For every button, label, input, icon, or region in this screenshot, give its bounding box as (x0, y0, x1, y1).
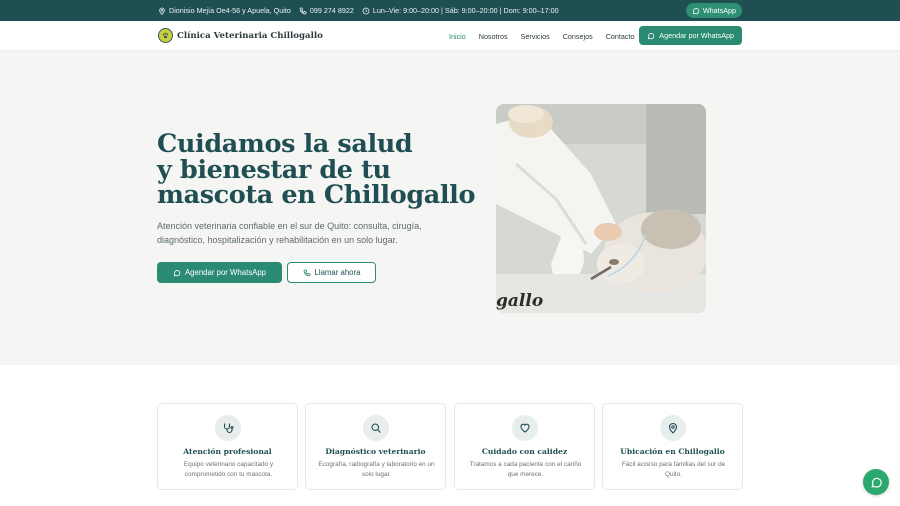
phone-icon (303, 269, 310, 276)
feature-description: Ecografía, radiografía y laboratorio en … (318, 461, 435, 478)
stethoscope-icon (215, 415, 241, 441)
hero-title-line: Cuidamos la salud (157, 129, 413, 159)
nav-item-nosotros[interactable]: Nosotros (479, 32, 508, 41)
chat-bubble-icon (692, 7, 700, 14)
brand-name: Clínica Veterinaria Chillogallo (177, 30, 323, 41)
hero-title-line: mascota en Chillogallo (157, 180, 476, 210)
whatsapp-icon (870, 477, 882, 488)
feature-card: Diagnóstico veterinario Ecografía, radio… (305, 403, 446, 490)
feature-title: Atención profesional (183, 447, 272, 456)
brand[interactable]: Clínica Veterinaria Chillogallo (158, 28, 323, 43)
phone-item[interactable]: 099 274 8922 (299, 6, 354, 15)
search-icon (363, 415, 389, 441)
nav-item-consejos[interactable]: Consejos (563, 32, 593, 41)
heart-icon (512, 415, 538, 441)
feature-description: Fácil acceso para familias del sur de Qu… (621, 461, 726, 478)
floating-whatsapp-button[interactable] (863, 469, 889, 495)
address-item: Dionisio Mejía Oe4-56 y Apuela, Quito (158, 6, 291, 15)
header-whatsapp-button[interactable]: Agendar por WhatsApp (639, 26, 742, 45)
hero-title: Cuidamos la salud y bienestar de tu masc… (157, 129, 476, 210)
feature-title: Diagnóstico veterinario (325, 447, 426, 456)
nav-item-inicio[interactable]: Inicio (449, 32, 466, 41)
main-nav: Inicio Nosotros Servicios Consejos Conta… (449, 21, 634, 51)
call-now-button[interactable]: Llamar ahora (287, 262, 376, 283)
topbar-whatsapp-label: WhatsApp (702, 6, 736, 15)
clock-icon (362, 7, 370, 14)
paw-logo-icon (158, 28, 173, 43)
hero-whatsapp-label: Agendar por WhatsApp (184, 268, 267, 277)
features-section: Atención profesional Equipo veterinario … (0, 365, 900, 506)
phone-icon (299, 7, 307, 14)
feature-title: Ubicación en Chillogallo (620, 447, 725, 456)
topbar-whatsapp-button[interactable]: WhatsApp (685, 3, 742, 18)
header-whatsapp-label: Agendar por WhatsApp (659, 31, 734, 40)
hero-whatsapp-button[interactable]: Agendar por WhatsApp (157, 262, 282, 283)
map-pin-icon (660, 415, 686, 441)
address-text: Dionisio Mejía Oe4-56 y Apuela, Quito (169, 6, 291, 15)
feature-title: Cuidado con calidez (481, 447, 568, 456)
chat-bubble-icon (648, 32, 655, 39)
hours-item: Lun–Vie: 9:00–20:00 | Sáb: 9:00–20:00 | … (362, 6, 559, 15)
chat-bubble-icon (173, 269, 181, 276)
contact-info: Dionisio Mejía Oe4-56 y Apuela, Quito 09… (158, 0, 559, 21)
feature-card: Cuidado con calidez Tratamos a cada paci… (454, 403, 595, 490)
feature-description: Tratamos a cada paciente con el cariño q… (469, 461, 582, 478)
top-info-bar: Dionisio Mejía Oe4-56 y Apuela, Quito 09… (0, 0, 900, 21)
call-now-label: Llamar ahora (314, 268, 361, 277)
hero-subtitle: Atención veterinaria confiable en el sur… (157, 221, 422, 245)
feature-description: Equipo veterinario capacitado y comprome… (183, 461, 274, 478)
hero-photo-vet-with-cat: gallo (496, 104, 706, 313)
phone-text: 099 274 8922 (309, 6, 354, 15)
nav-item-contacto[interactable]: Contacto (606, 32, 635, 41)
photo-illustration (496, 104, 706, 313)
site-header: Clínica Veterinaria Chillogallo Inicio N… (0, 21, 900, 51)
nav-item-servicios[interactable]: Servicios (521, 32, 550, 41)
feature-card: Atención profesional Equipo veterinario … (157, 403, 298, 490)
feature-card: Ubicación en Chillogallo Fácil acceso pa… (602, 403, 743, 490)
photo-caption-text: gallo (496, 291, 544, 311)
hours-text: Lun–Vie: 9:00–20:00 | Sáb: 9:00–20:00 | … (372, 6, 559, 15)
map-pin-icon (159, 7, 165, 15)
